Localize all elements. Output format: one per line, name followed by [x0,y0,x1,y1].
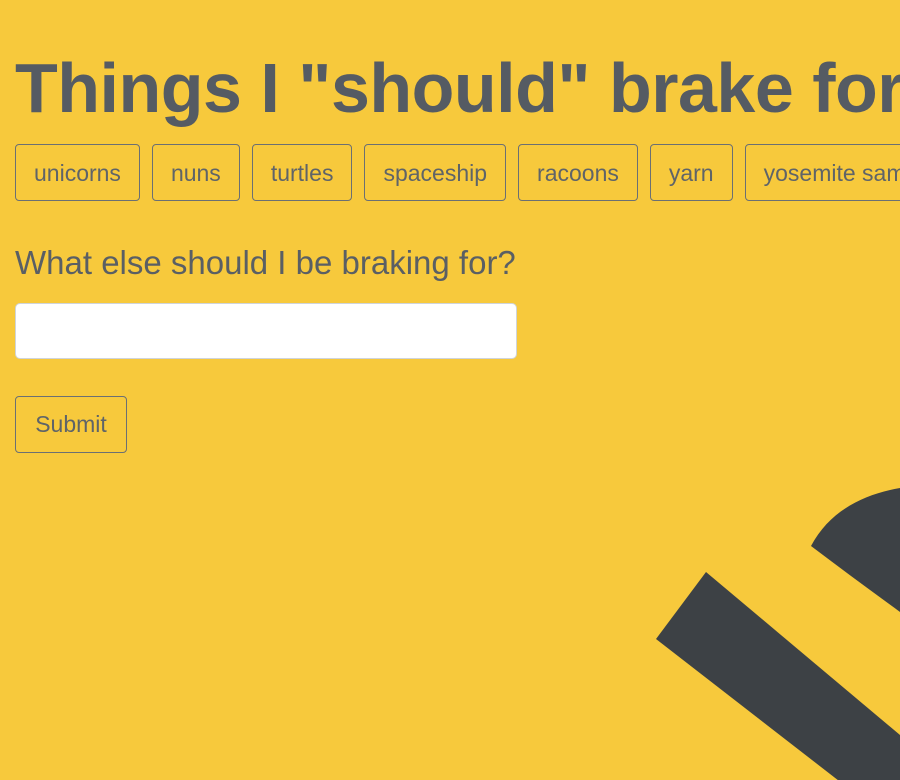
tag-button-spaceship[interactable]: spaceship [364,144,507,201]
graphic-diagonal-bar [656,572,900,780]
submit-button[interactable]: Submit [15,396,127,453]
page: Things I "should" brake for unicorns nun… [0,0,900,780]
tag-button-unicorns[interactable]: unicorns [15,144,140,201]
tag-button-yarn[interactable]: yarn [649,144,733,201]
tag-button-turtles[interactable]: turtles [251,144,353,201]
tag-button-nuns[interactable]: nuns [151,144,240,201]
suggestion-input[interactable] [15,303,517,359]
tag-button-racoons[interactable]: racoons [518,144,638,201]
tag-button-yosemite-sam[interactable]: yosemite sam [744,144,900,201]
page-title: Things I "should" brake for [15,49,900,127]
graphic-arc [811,488,900,612]
tag-list: unicorns nuns turtles spaceship racoons … [15,144,900,201]
form-prompt: What else should I be braking for? [15,244,516,281]
